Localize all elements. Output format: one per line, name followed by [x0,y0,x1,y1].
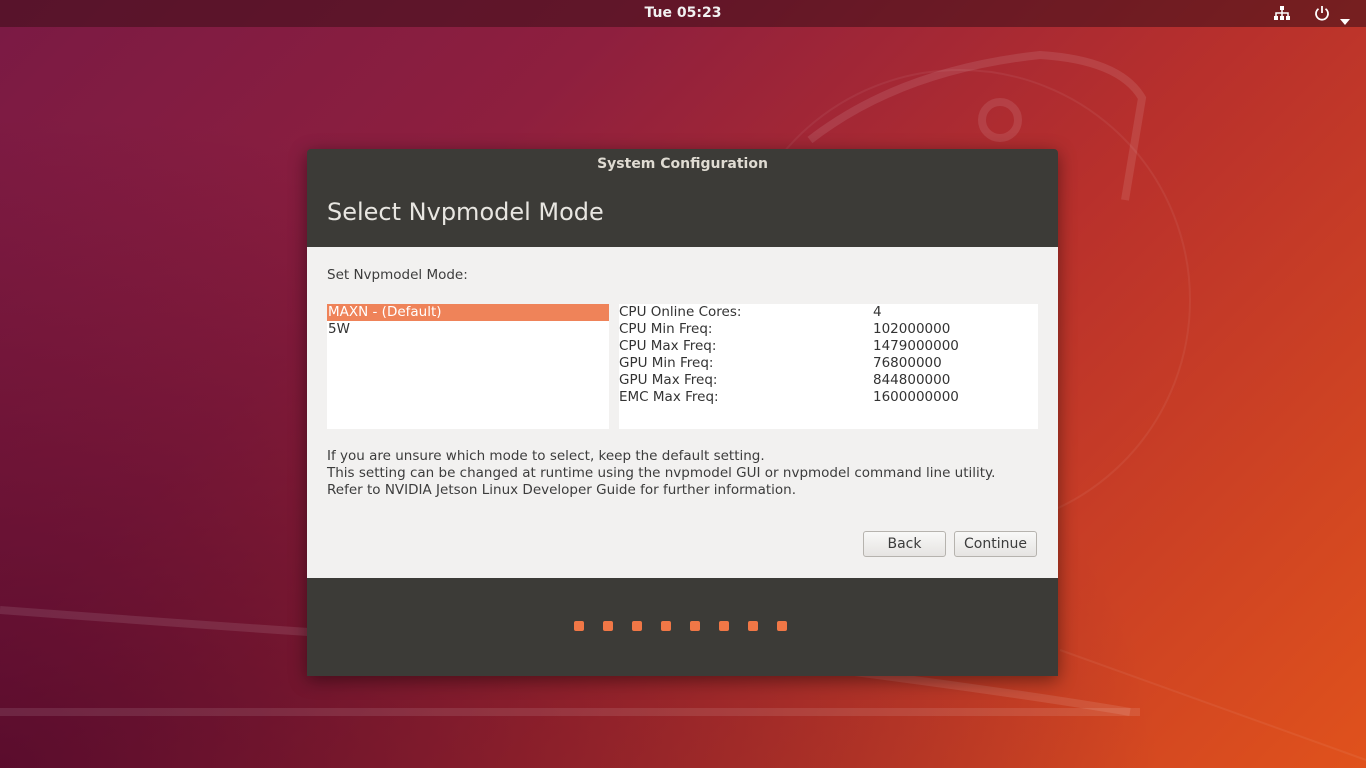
dialog-content: Set Nvpmodel Mode: MAXN - (Default) 5W C… [307,247,1058,578]
spec-value: 1479000000 [873,338,959,354]
mode-item-maxn[interactable]: MAXN - (Default) [327,304,609,321]
continue-button[interactable]: Continue [954,531,1037,557]
spec-value: 102000000 [873,321,951,337]
progress-step-dot [777,621,787,631]
spec-value: 4 [873,304,882,320]
progress-step-dot [690,621,700,631]
progress-step-dot [661,621,671,631]
top-panel: Tue 05:23 [0,0,1366,27]
spec-label: CPU Min Freq: [619,321,713,337]
power-icon[interactable] [1314,5,1330,25]
mode-specs-panel: CPU Online Cores: 4 CPU Min Freq: 102000… [619,304,1038,429]
progress-step-dot [719,621,729,631]
spec-value: 844800000 [873,372,951,388]
spec-value: 76800000 [873,355,942,371]
info-line: This setting can be changed at runtime u… [327,465,996,481]
progress-step-dot [632,621,642,631]
spec-row: CPU Online Cores: 4 [619,304,1038,321]
page-title: Select Nvpmodel Mode [307,179,1058,247]
spec-label: EMC Max Freq: [619,389,719,405]
info-line: Refer to NVIDIA Jetson Linux Developer G… [327,482,796,498]
info-line: If you are unsure which mode to select, … [327,448,765,464]
info-text: If you are unsure which mode to select, … [327,448,995,499]
progress-step-dot [574,621,584,631]
progress-step-dot [603,621,613,631]
spec-row: CPU Max Freq: 1479000000 [619,338,1038,355]
spec-label: GPU Min Freq: [619,355,714,371]
back-button[interactable]: Back [863,531,946,557]
dialog-footer [307,578,1058,676]
progress-step-dot [748,621,758,631]
spec-label: CPU Max Freq: [619,338,717,354]
spec-value: 1600000000 [873,389,959,405]
dialog-titlebar[interactable]: System Configuration [307,149,1058,179]
mode-item-5w[interactable]: 5W [327,321,609,338]
spec-row: EMC Max Freq: 1600000000 [619,389,1038,406]
chevron-down-icon[interactable] [1340,10,1350,29]
spec-label: CPU Online Cores: [619,304,742,320]
spec-row: GPU Min Freq: 76800000 [619,355,1038,372]
spec-row: CPU Min Freq: 102000000 [619,321,1038,338]
mode-prompt-label: Set Nvpmodel Mode: [327,267,468,283]
spec-row: GPU Max Freq: 844800000 [619,372,1038,389]
spec-label: GPU Max Freq: [619,372,718,388]
system-configuration-dialog: System Configuration Select Nvpmodel Mod… [307,149,1058,676]
mode-list[interactable]: MAXN - (Default) 5W [327,304,609,429]
clock[interactable]: Tue 05:23 [0,0,1366,27]
network-icon[interactable] [1273,5,1291,25]
